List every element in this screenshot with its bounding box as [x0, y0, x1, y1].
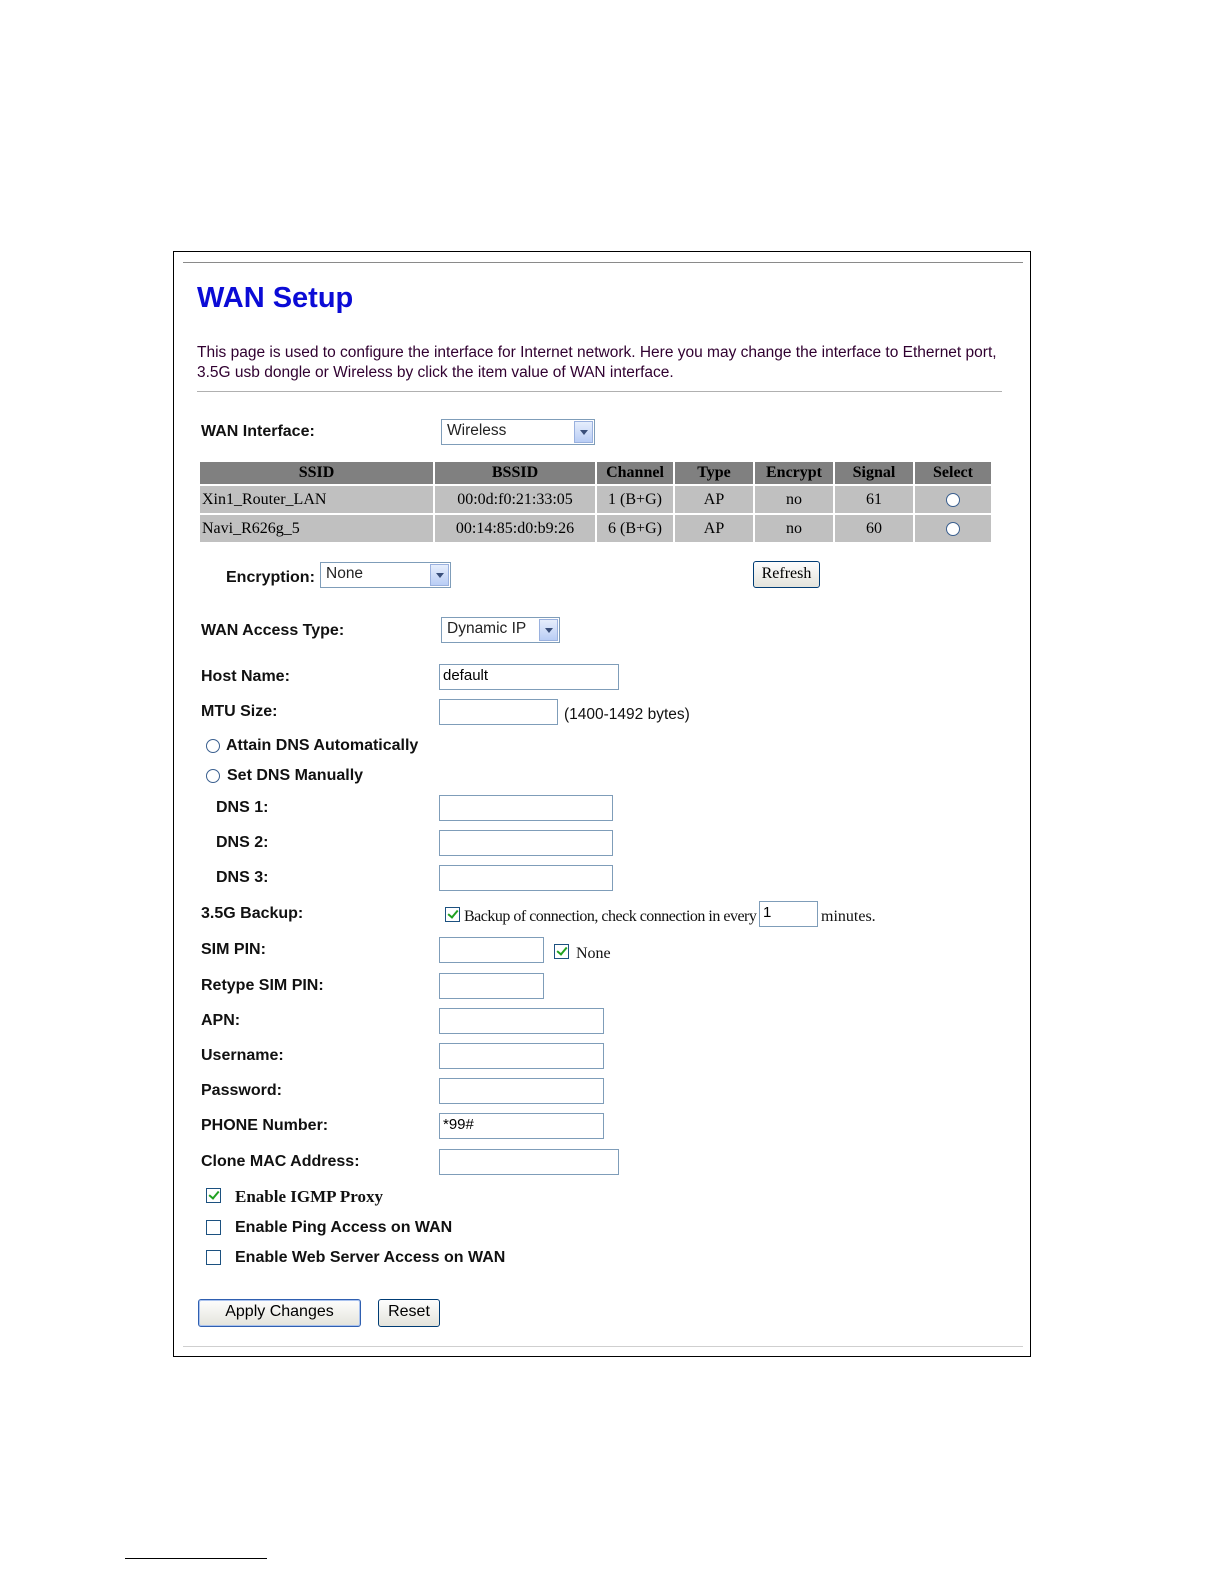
sim-pin-label: SIM PIN:	[201, 941, 266, 958]
reset-button[interactable]: Reset	[378, 1299, 440, 1327]
cell-signal: 61	[835, 486, 913, 513]
dns2-label: DNS 2:	[216, 834, 269, 851]
sim-pin-none-label: None	[576, 945, 611, 962]
cell-type: AP	[675, 486, 753, 513]
site-survey-table: SSID BSSID Channel Type Encrypt Signal S…	[198, 460, 993, 544]
phone-number-label: PHONE Number:	[201, 1117, 329, 1134]
wan-access-type-select[interactable]: Dynamic IP	[441, 617, 560, 643]
ping-access-label: Enable Ping Access on WAN	[235, 1219, 453, 1236]
igmp-proxy-checkbox[interactable]	[206, 1188, 221, 1203]
bottom-divider	[183, 1346, 1023, 1347]
dns3-input[interactable]	[439, 865, 613, 891]
attain-dns-radio[interactable]	[206, 739, 220, 753]
cell-select	[915, 486, 991, 513]
backup-label: 3.5G Backup:	[201, 905, 304, 922]
set-dns-manually-radio[interactable]	[206, 769, 220, 783]
backup-checkbox[interactable]	[445, 907, 460, 922]
backup-text: Backup of connection, check connection i…	[464, 908, 757, 925]
cell-channel: 1 (B+G)	[597, 486, 673, 513]
page-description: This page is used to configure the inter…	[197, 344, 997, 381]
cell-bssid: 00:0d:f0:21:33:05	[435, 486, 595, 513]
dns3-label: DNS 3:	[216, 869, 269, 886]
sim-pin-none-checkbox[interactable]	[554, 944, 569, 959]
table-header-row: SSID BSSID Channel Type Encrypt Signal S…	[200, 462, 991, 484]
chevron-down-icon	[430, 564, 449, 586]
dns1-input[interactable]	[439, 795, 613, 821]
cell-select	[915, 515, 991, 542]
refresh-button[interactable]: Refresh	[753, 561, 820, 588]
chevron-down-icon	[574, 421, 593, 443]
web-server-access-label: Enable Web Server Access on WAN	[235, 1249, 506, 1266]
username-input[interactable]	[439, 1043, 604, 1069]
dns2-input[interactable]	[439, 830, 613, 856]
cell-encrypt: no	[755, 515, 833, 542]
column-header-signal: Signal	[835, 462, 913, 484]
cell-type: AP	[675, 515, 753, 542]
clone-mac-input[interactable]	[439, 1149, 619, 1175]
wan-interface-select[interactable]: Wireless	[441, 419, 595, 445]
cell-channel: 6 (B+G)	[597, 515, 673, 542]
column-header-ssid: SSID	[200, 462, 433, 484]
wan-interface-value: Wireless	[447, 422, 507, 439]
attain-dns-label: Attain DNS Automatically	[226, 737, 419, 754]
column-header-type: Type	[675, 462, 753, 484]
dns1-label: DNS 1:	[216, 799, 269, 816]
phone-number-input[interactable]: *99#	[439, 1113, 604, 1139]
password-input[interactable]	[439, 1078, 604, 1104]
wan-interface-label: WAN Interface:	[201, 423, 315, 440]
select-network-radio[interactable]	[946, 493, 960, 507]
retype-sim-pin-label: Retype SIM PIN:	[201, 977, 324, 994]
ping-access-checkbox[interactable]	[206, 1220, 221, 1235]
cell-signal: 60	[835, 515, 913, 542]
encryption-select[interactable]: None	[320, 562, 451, 588]
host-name-label: Host Name:	[201, 668, 290, 685]
select-network-radio[interactable]	[946, 522, 960, 536]
apn-label: APN:	[201, 1012, 241, 1029]
backup-minutes-input[interactable]: 1	[759, 901, 818, 927]
mtu-hint: (1400-1492 bytes)	[564, 706, 690, 723]
cell-bssid: 00:14:85:d0:b9:26	[435, 515, 595, 542]
sim-pin-input[interactable]	[439, 937, 544, 963]
cell-ssid: Xin1_Router_LAN	[200, 486, 433, 513]
clone-mac-label: Clone MAC Address:	[201, 1153, 360, 1170]
apn-input[interactable]	[439, 1008, 604, 1034]
footnote-rule	[125, 1558, 267, 1559]
column-header-select: Select	[915, 462, 991, 484]
backup-minutes-label: minutes.	[821, 908, 876, 925]
column-header-channel: Channel	[597, 462, 673, 484]
description-divider	[197, 391, 1002, 392]
username-label: Username:	[201, 1047, 284, 1064]
password-label: Password:	[201, 1082, 282, 1099]
retype-sim-pin-input[interactable]	[439, 973, 544, 999]
set-dns-manually-label: Set DNS Manually	[227, 767, 364, 784]
chevron-down-icon	[539, 619, 558, 641]
web-server-access-checkbox[interactable]	[206, 1250, 221, 1265]
cell-ssid: Navi_R626g_5	[200, 515, 433, 542]
wan-access-type-value: Dynamic IP	[447, 620, 527, 637]
mtu-size-label: MTU Size:	[201, 703, 278, 720]
apply-changes-button[interactable]: Apply Changes	[198, 1299, 361, 1327]
top-divider	[183, 262, 1023, 263]
host-name-input[interactable]: default	[439, 664, 619, 690]
column-header-bssid: BSSID	[435, 462, 595, 484]
cell-encrypt: no	[755, 486, 833, 513]
igmp-proxy-label: Enable IGMP Proxy	[235, 1187, 383, 1206]
mtu-size-input[interactable]	[439, 699, 558, 725]
encryption-value: None	[326, 565, 364, 582]
table-row: Navi_R626g_5 00:14:85:d0:b9:26 6 (B+G) A…	[200, 515, 991, 542]
encryption-label: Encryption:	[226, 569, 315, 586]
page-title: WAN Setup	[197, 282, 354, 314]
wan-access-type-label: WAN Access Type:	[201, 622, 345, 639]
column-header-encrypt: Encrypt	[755, 462, 833, 484]
table-row: Xin1_Router_LAN 00:0d:f0:21:33:05 1 (B+G…	[200, 486, 991, 513]
